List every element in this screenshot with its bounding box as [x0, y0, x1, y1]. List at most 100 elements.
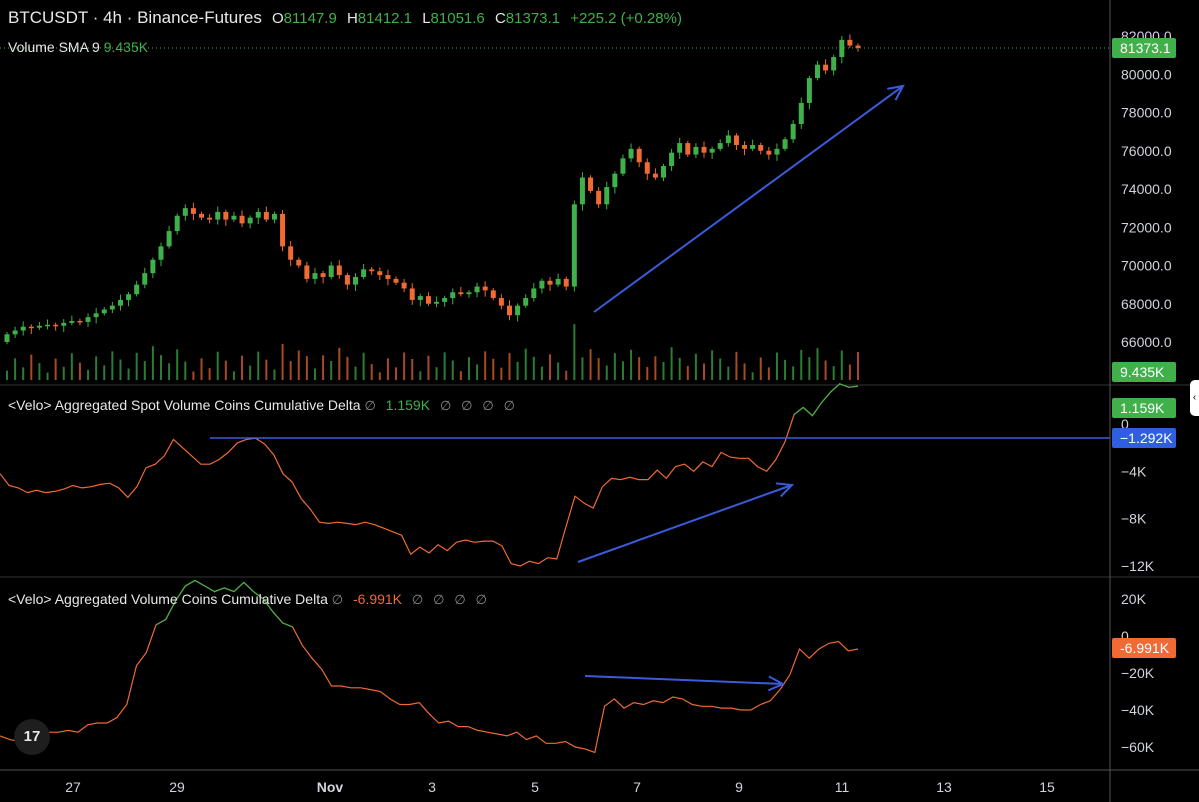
- delete-icon[interactable]: ∅: [454, 592, 465, 607]
- tradingview-logo-icon[interactable]: 17: [14, 719, 50, 755]
- hide-icon[interactable]: ∅: [364, 398, 375, 413]
- candle-body: [482, 286, 488, 291]
- agg-tick-label: 20K: [1121, 591, 1147, 607]
- candle-body: [280, 213, 286, 247]
- volume-bar: [362, 352, 365, 380]
- volume-bar: [427, 355, 430, 380]
- volume-bar: [103, 365, 106, 380]
- volume-bar: [792, 366, 795, 380]
- source-icon[interactable]: ∅: [461, 398, 472, 413]
- more-icon[interactable]: ∅: [476, 592, 487, 607]
- agg-cvd-legend[interactable]: <Velo> Aggregated Volume Coins Cumulativ…: [8, 591, 493, 608]
- candle-body: [766, 150, 772, 155]
- volume-bar: [38, 363, 41, 380]
- candle-body: [271, 213, 277, 220]
- volume-bar: [500, 367, 503, 380]
- candle-body: [758, 145, 764, 151]
- candle-body: [312, 273, 318, 279]
- time-tick-label: 9: [735, 779, 743, 795]
- candle-body: [182, 208, 188, 216]
- volume-bar: [476, 364, 479, 380]
- candle-body: [563, 278, 569, 287]
- volume-bar: [111, 351, 114, 380]
- volume-bar: [605, 365, 608, 380]
- volume-bar: [581, 357, 584, 380]
- time-tick-label: 3: [428, 779, 436, 795]
- candle-body: [733, 135, 739, 146]
- volume-bar: [354, 366, 357, 380]
- time-tick-label: 7: [633, 779, 641, 795]
- candle-body: [814, 64, 820, 79]
- candle-body: [677, 143, 683, 153]
- candle-body: [353, 276, 359, 285]
- volume-bar: [184, 361, 187, 380]
- spot-cvd-legend[interactable]: <Velo> Aggregated Spot Volume Coins Cumu…: [8, 397, 521, 414]
- volume-bar: [159, 355, 162, 380]
- volume-bar: [508, 352, 511, 380]
- volume-bar: [557, 362, 560, 380]
- low-value: L81051.6: [422, 10, 485, 27]
- agg-tick-label: −60K: [1121, 739, 1155, 755]
- volume-bar: [78, 362, 81, 380]
- volume-legend[interactable]: Volume SMA 9 9.435K: [8, 39, 148, 55]
- volume-bar: [678, 357, 681, 380]
- price-tick-label: 70000.0: [1121, 258, 1172, 274]
- price-tick-label: 78000.0: [1121, 105, 1172, 121]
- volume-bar: [711, 350, 714, 380]
- volume-bar: [638, 357, 641, 380]
- candle-body: [847, 39, 853, 46]
- candle-body: [134, 284, 140, 295]
- candle-body: [434, 301, 440, 304]
- time-tick-label: 5: [531, 779, 539, 795]
- main-legend: BTCUSDT · 4h · Binance-Futures O81147.9 …: [8, 8, 688, 28]
- candle-body: [320, 273, 326, 277]
- spot-tick-label: −4K: [1121, 463, 1147, 479]
- candle-body: [571, 204, 577, 287]
- candle-body: [61, 322, 67, 326]
- candle-body: [401, 282, 407, 289]
- spot-tick-label: −8K: [1121, 511, 1147, 527]
- volume-bar: [378, 372, 381, 380]
- source-icon[interactable]: ∅: [433, 592, 444, 607]
- candle-body: [263, 211, 269, 220]
- hide-icon[interactable]: ∅: [332, 592, 343, 607]
- volume-bar: [492, 358, 495, 380]
- delete-icon[interactable]: ∅: [482, 398, 493, 413]
- candle-body: [588, 177, 594, 191]
- volume-bar: [735, 351, 738, 380]
- volume-bar: [727, 366, 730, 380]
- volume-bar: [313, 368, 316, 380]
- settings-icon[interactable]: ∅: [412, 592, 423, 607]
- candle-body: [417, 296, 423, 300]
- more-icon[interactable]: ∅: [504, 398, 515, 413]
- volume-axis-label: 9.435K: [1120, 364, 1165, 380]
- volume-bar: [249, 365, 252, 380]
- candle-body: [798, 102, 804, 124]
- volume-bar: [775, 352, 778, 380]
- collapse-panel-handle[interactable]: ‹: [1190, 380, 1199, 416]
- settings-icon[interactable]: ∅: [440, 398, 451, 413]
- agg-tick-label: −40K: [1121, 702, 1155, 718]
- volume-bar: [70, 353, 73, 380]
- volume-bar: [257, 351, 260, 380]
- symbol-title[interactable]: BTCUSDT · 4h · Binance-Futures: [8, 8, 262, 27]
- volume-bar: [751, 372, 754, 380]
- volume-bar: [435, 367, 438, 380]
- change-value: +225.2 (+0.28%): [570, 10, 682, 27]
- candle-body: [531, 288, 537, 299]
- candle-body: [620, 158, 626, 174]
- candle-body: [474, 286, 480, 293]
- volume-bar: [370, 364, 373, 380]
- candle-body: [207, 217, 213, 220]
- volume-bar: [767, 367, 770, 380]
- volume-bar: [241, 355, 244, 380]
- volume-bar: [168, 363, 171, 380]
- volume-bar: [297, 350, 300, 380]
- high-value: H81412.1: [346, 10, 413, 27]
- candle-body: [506, 305, 512, 316]
- volume-bar: [589, 349, 592, 380]
- candle-body: [409, 288, 415, 300]
- agg-trend-arrow: [584, 675, 784, 685]
- volume-bar: [192, 371, 195, 380]
- volume-bar: [662, 362, 665, 380]
